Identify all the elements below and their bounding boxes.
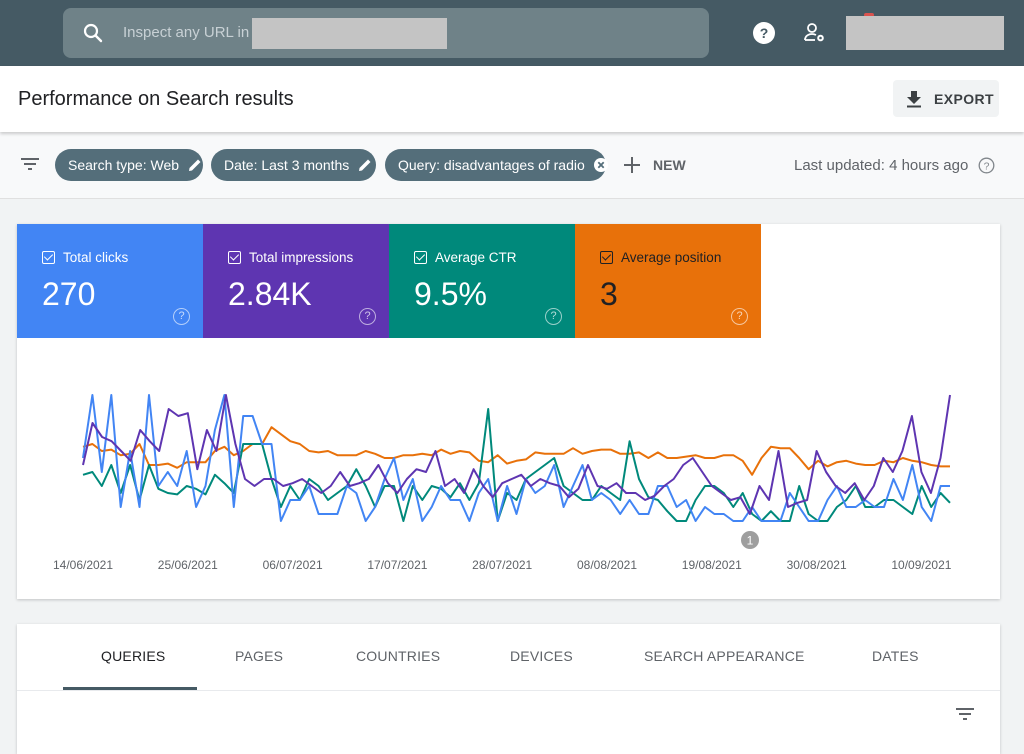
account-settings-icon[interactable] [802, 20, 828, 46]
edit-icon[interactable] [357, 157, 373, 173]
account-switcher[interactable] [846, 16, 1004, 50]
metric-value: 2.84K [228, 276, 312, 312]
table-filter-icon[interactable] [955, 706, 975, 722]
search-icon [83, 23, 103, 43]
tab-countries[interactable]: COUNTRIES [356, 648, 440, 664]
help-icon[interactable]: ? [173, 308, 190, 325]
filter-chip-search-type[interactable]: Search type: Web [55, 149, 203, 181]
checkbox-icon[interactable] [228, 251, 241, 264]
checkbox-icon[interactable] [42, 251, 55, 264]
url-inspect-search[interactable]: Inspect any URL in [63, 8, 709, 58]
svg-text:?: ? [984, 161, 990, 173]
close-icon[interactable] [593, 157, 609, 173]
export-button[interactable]: EXPORT [893, 80, 999, 117]
x-tick-label: 19/08/2021 [682, 558, 742, 572]
help-icon[interactable]: ? [545, 308, 562, 325]
new-label: NEW [653, 157, 686, 173]
tab-dates[interactable]: DATES [872, 648, 919, 664]
metric-average-ctr[interactable]: Average CTR 9.5% ? [389, 224, 575, 338]
chip-label: Search type: Web [68, 157, 180, 173]
last-updated-text: Last updated: 4 hours ago [794, 157, 969, 174]
search-placeholder: Inspect any URL in [123, 24, 250, 41]
tab-queries[interactable]: QUERIES [101, 648, 165, 664]
metric-average-position[interactable]: Average position 3 ? [575, 224, 761, 338]
filter-icon[interactable] [20, 156, 40, 172]
download-icon [907, 91, 921, 108]
plus-icon [624, 157, 640, 173]
edit-icon[interactable] [187, 157, 203, 173]
metric-label: Total clicks [63, 250, 129, 265]
x-tick-label: 08/08/2021 [577, 558, 637, 572]
divider [17, 690, 1000, 691]
help-icon[interactable]: ? [731, 308, 748, 325]
filter-chip-query[interactable]: Query: disadvantages of radio [385, 149, 609, 181]
tab-pages[interactable]: PAGES [235, 648, 283, 664]
redacted-property [252, 18, 447, 49]
metric-value: 3 [600, 276, 618, 312]
new-filter-button[interactable]: NEW [623, 154, 686, 176]
tab-search-appearance[interactable]: SEARCH APPEARANCE [644, 648, 805, 664]
tab-devices[interactable]: DEVICES [510, 648, 573, 664]
x-tick-label: 17/07/2021 [367, 558, 427, 572]
x-tick-label: 06/07/2021 [263, 558, 323, 572]
checkbox-icon[interactable] [414, 251, 427, 264]
page-title: Performance on Search results [18, 88, 294, 110]
metric-total-clicks[interactable]: Total clicks 270 ? [17, 224, 203, 338]
metric-label: Average position [621, 250, 722, 265]
performance-line-chart: 1 14/06/2021 25/06/2021 06/07/2021 17/07/20… [53, 394, 952, 572]
annotation-marker[interactable]: 1 [741, 531, 759, 549]
help-icon[interactable]: ? [359, 308, 376, 325]
metric-label: Average CTR [435, 250, 517, 265]
metric-label: Total impressions [249, 250, 354, 265]
checkbox-icon[interactable] [600, 251, 613, 264]
help-icon[interactable]: ? [978, 157, 995, 174]
x-tick-label: 10/09/2021 [891, 558, 951, 572]
series-line-average-ctr [82, 408, 951, 522]
page-header: Performance on Search results EXPORT [0, 66, 1024, 132]
filter-bar: Search type: Web Date: Last 3 months Que… [0, 132, 1024, 199]
x-tick-label: 25/06/2021 [158, 558, 218, 572]
x-tick-label: 30/08/2021 [787, 558, 847, 572]
performance-chart-card: Total clicks 270 ? Total impressions 2.8… [17, 224, 1000, 599]
chip-label: Query: disadvantages of radio [398, 157, 585, 173]
dimension-tabs-card: QUERIES PAGES COUNTRIES DEVICES SEARCH A… [17, 624, 1000, 754]
series-line-average-position [82, 426, 950, 476]
chip-label: Date: Last 3 months [224, 157, 350, 173]
filter-chip-date[interactable]: Date: Last 3 months [211, 149, 376, 181]
x-tick-label: 14/06/2021 [53, 558, 113, 572]
x-tick-label: 28/07/2021 [472, 558, 532, 572]
svg-text:?: ? [760, 25, 769, 41]
top-app-bar: Inspect any URL in ? [0, 0, 1024, 66]
metric-value: 270 [42, 276, 96, 312]
annotation-label: 1 [747, 534, 754, 548]
metric-value: 9.5% [414, 276, 487, 312]
metric-total-impressions[interactable]: Total impressions 2.84K ? [203, 224, 389, 338]
export-label: EXPORT [934, 91, 994, 107]
help-icon[interactable]: ? [751, 20, 777, 46]
